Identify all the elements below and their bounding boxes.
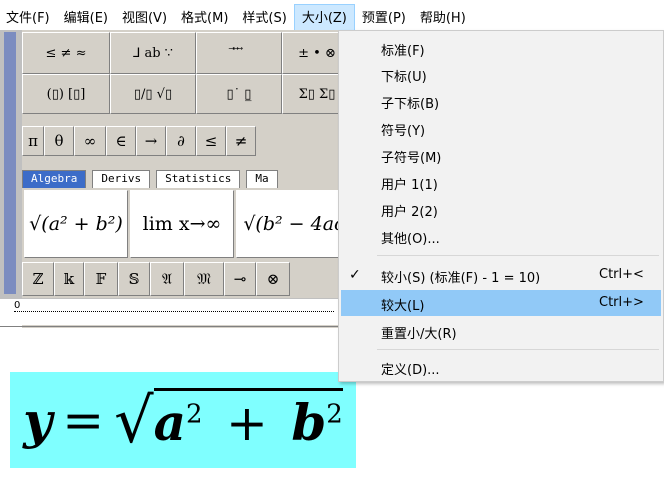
eq-exp-b: 2: [326, 399, 343, 430]
symbol-palette: ≤ ≠ ≈ ⅃ ab ∵ ⃗ ⃡ ⃗ ± • ⊗ (▯) [▯] ▯/▯ √▯ …: [22, 30, 352, 300]
check-icon: ✓: [349, 267, 361, 283]
menu-item-shortcut: Ctrl+>: [599, 295, 644, 310]
eq-exp-a: 2: [186, 399, 203, 430]
tab-statistics[interactable]: Statistics: [156, 170, 241, 188]
tensor-symbol-button[interactable]: ⊗: [256, 262, 290, 296]
menu-view[interactable]: 视图(V): [115, 0, 174, 30]
integers-symbol-button[interactable]: ℤ: [22, 262, 54, 296]
theta-symbol-button[interactable]: θ: [44, 126, 74, 156]
size-menu-item-user2[interactable]: 用户 2(2): [341, 196, 661, 222]
ruler-ticks: [14, 311, 334, 312]
eq-equals: =: [62, 391, 105, 449]
equation-editor-content[interactable]: y = √ a2 + b2: [10, 372, 356, 468]
menu-item-label: 子下标(B): [381, 97, 440, 112]
menu-item-label: 用户 2(2): [381, 205, 438, 220]
tab-derivs[interactable]: Derivs: [92, 170, 151, 188]
palette-row-4: ℤ 𝕜 𝔽 𝕊 𝔄 𝔐 ⊸ ⊗: [22, 262, 290, 296]
template-limit[interactable]: lim x→∞: [130, 190, 234, 258]
template-discriminant[interactable]: √(b² − 4ac: [236, 190, 352, 258]
less-equal-symbol-button[interactable]: ≤: [196, 126, 226, 156]
palette-row-3: π θ ∞ ∈ → ∂ ≤ ≠: [22, 126, 256, 156]
menu-edit[interactable]: 编辑(E): [57, 0, 115, 30]
multimap-symbol-button[interactable]: ⊸: [224, 262, 256, 296]
relational-symbols-button[interactable]: ≤ ≠ ≈: [22, 32, 110, 74]
pi-symbol-button[interactable]: π: [22, 126, 44, 156]
size-menu-dropdown: 标准(F) 下标(U) 子下标(B) 符号(Y) 子符号(M) 用户 1(1) …: [338, 30, 664, 382]
eq-var-b: b: [291, 393, 327, 452]
menu-item-label: 重置小/大(R): [381, 327, 457, 342]
tab-matrices[interactable]: Ma: [246, 170, 278, 188]
size-menu-item-user1[interactable]: 用户 1(1): [341, 169, 661, 195]
size-menu-item-sub-subscript[interactable]: 子下标(B): [341, 88, 661, 114]
not-equal-symbol-button[interactable]: ≠: [226, 126, 256, 156]
eq-plus: +: [226, 394, 268, 452]
menu-item-label: 用户 1(1): [381, 178, 438, 193]
size-menu-item-reset[interactable]: 重置小/大(R): [341, 318, 661, 344]
fraction-radical-templates-button[interactable]: ▯/▯ √▯: [110, 74, 196, 114]
element-of-symbol-button[interactable]: ∈: [106, 126, 136, 156]
s-symbol-button[interactable]: 𝕊: [118, 262, 150, 296]
arrow-symbol-button[interactable]: →: [136, 126, 166, 156]
menu-format[interactable]: 格式(M): [174, 0, 235, 30]
menu-item-label: 下标(U): [381, 70, 427, 85]
menu-style[interactable]: 样式(S): [235, 0, 293, 30]
fraktur-a-symbol-button[interactable]: 𝔄: [150, 262, 184, 296]
menu-item-label: 较小(S) (标准(F) - 1 = 10): [381, 271, 541, 286]
infinity-symbol-button[interactable]: ∞: [74, 126, 106, 156]
menu-separator: [377, 255, 659, 256]
left-scroll-panel: [0, 30, 22, 300]
menu-preferences[interactable]: 预置(P): [355, 0, 413, 30]
template-pythagorean[interactable]: √(a² + b²): [24, 190, 128, 258]
size-menu-item-subscript[interactable]: 下标(U): [341, 61, 661, 87]
eq-var-a: a: [153, 393, 187, 452]
ruler-origin-label: 0: [14, 300, 21, 311]
partial-symbol-button[interactable]: ∂: [166, 126, 196, 156]
eq-radicand: a2 + b2: [153, 388, 343, 452]
embellishments-button[interactable]: ⃗ ⃡ ⃗: [196, 32, 282, 74]
k-symbol-button[interactable]: 𝕜: [54, 262, 84, 296]
size-menu-item-other[interactable]: 其他(O)...: [341, 223, 661, 249]
palette-row-2: (▯) [▯] ▯/▯ √▯ ▯˙ ▯̲ Σ▯ Σ▯: [22, 74, 352, 114]
subscript-templates-button[interactable]: ▯˙ ▯̲: [196, 74, 282, 114]
menu-item-shortcut: Ctrl+<: [599, 267, 644, 282]
size-menu-item-full[interactable]: 标准(F): [341, 35, 661, 61]
palette-tabs: Algebra Derivs Statistics Ma: [22, 170, 284, 188]
left-scroll-thumb[interactable]: [4, 32, 16, 294]
menu-item-label: 标准(F): [381, 44, 425, 59]
menu-item-label: 较大(L): [381, 299, 425, 314]
menu-item-label: 符号(Y): [381, 124, 426, 139]
menu-help[interactable]: 帮助(H): [413, 0, 473, 30]
menu-separator: [377, 349, 659, 350]
eq-lhs: y: [23, 390, 53, 450]
menu-item-label: 其他(O)...: [381, 232, 440, 247]
menu-bar: 文件(F) 编辑(E) 视图(V) 格式(M) 样式(S) 大小(Z) 预置(P…: [0, 0, 664, 30]
size-menu-item-smaller[interactable]: ✓ 较小(S) (标准(F) - 1 = 10) Ctrl+<: [341, 262, 661, 288]
fraktur-m-symbol-button[interactable]: 𝔐: [184, 262, 224, 296]
size-menu-item-sub-symbol[interactable]: 子符号(M): [341, 142, 661, 168]
tab-algebra[interactable]: Algebra: [22, 170, 87, 188]
size-menu-item-define[interactable]: 定义(D)...: [341, 354, 661, 380]
size-menu-item-larger[interactable]: 较大(L) Ctrl+>: [341, 290, 661, 316]
menu-item-label: 定义(D)...: [381, 363, 440, 378]
spaces-ellipses-button[interactable]: ⅃ ab ∵: [110, 32, 196, 74]
size-menu-item-symbol[interactable]: 符号(Y): [341, 115, 661, 141]
editor-divider: [0, 326, 340, 327]
fence-templates-button[interactable]: (▯) [▯]: [22, 74, 110, 114]
ruler: 0: [0, 298, 340, 325]
menu-size[interactable]: 大小(Z): [293, 4, 355, 30]
field-symbol-button[interactable]: 𝔽: [84, 262, 118, 296]
palette-row-1: ≤ ≠ ≈ ⅃ ab ∵ ⃗ ⃡ ⃗ ± • ⊗: [22, 32, 352, 74]
menu-file[interactable]: 文件(F): [0, 0, 57, 30]
menu-item-label: 子符号(M): [381, 151, 442, 166]
eq-radical-sign: √: [114, 383, 154, 457]
